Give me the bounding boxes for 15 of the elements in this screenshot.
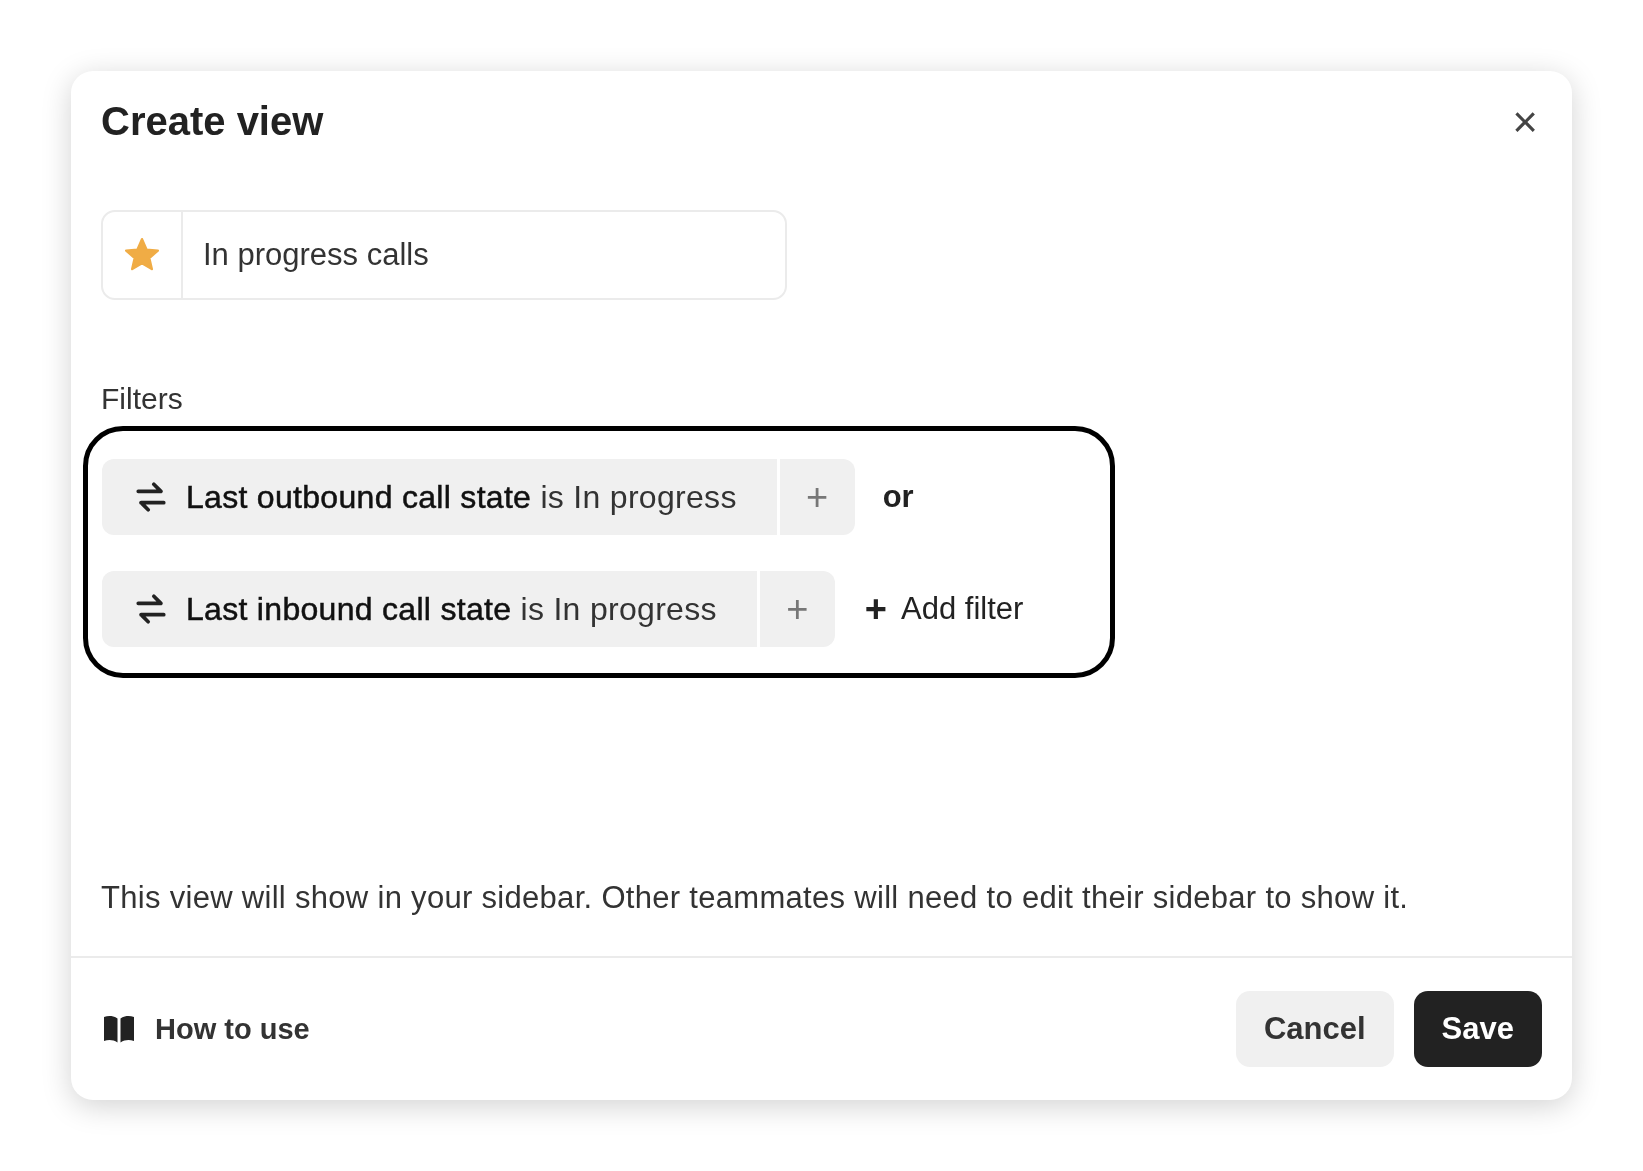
close-button[interactable]: × <box>1508 99 1542 144</box>
name-input[interactable]: In progress calls <box>183 212 785 298</box>
dialog-title: Create view <box>101 99 324 144</box>
filters-label: Filters <box>101 382 184 416</box>
filter-chip[interactable]: Last outbound call state is In progress <box>102 459 777 535</box>
how-to-use-link[interactable]: How to use <box>101 1011 310 1047</box>
or-connector: or <box>882 479 914 515</box>
save-button[interactable]: Save <box>1413 991 1542 1067</box>
swap-arrows-icon <box>134 592 168 626</box>
swap-arrows-icon <box>134 480 168 514</box>
cancel-button[interactable]: Cancel <box>1235 991 1394 1067</box>
sidebar-note: This view will show in your sidebar. Other teammates will need to edit their sidebar to show it. <box>101 880 1410 916</box>
name-field[interactable]: In progress calls <box>101 210 787 300</box>
filter-chip[interactable]: Last inbound call state is In progress <box>102 571 757 647</box>
add-filter-button[interactable]: + Add filter <box>864 587 1024 631</box>
